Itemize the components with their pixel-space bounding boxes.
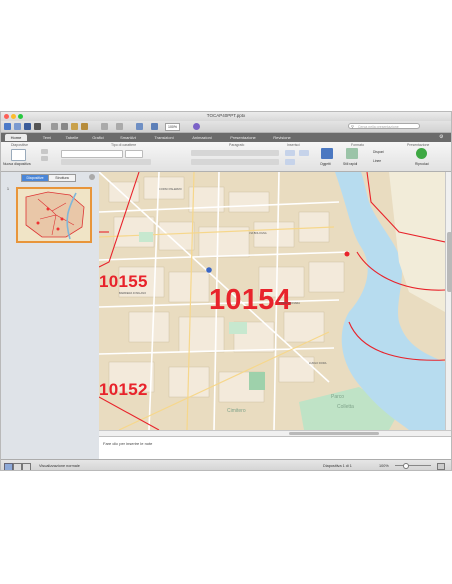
horizontal-scroll-thumb[interactable]: [289, 432, 379, 435]
zip-label-10155: 10155: [99, 272, 148, 291]
quick-styles-button[interactable]: [346, 148, 358, 159]
slide-canvas[interactable]: 10154 10155 10152 CORSO PALERMO VIA BOLO…: [99, 172, 445, 430]
title-bar: TOCAP40PPT.pptx: [1, 112, 451, 121]
group-slides-label: Diapositive: [11, 143, 29, 147]
street-label: CORSO NOVARA: [279, 302, 300, 305]
font-size-select[interactable]: [125, 150, 143, 158]
paragraph-align-buttons[interactable]: [191, 159, 279, 165]
group-slideshow-label: Presentazione: [407, 143, 430, 147]
layout-button[interactable]: [41, 149, 48, 154]
tab-animations[interactable]: Animazioni: [185, 134, 219, 141]
search-icon: ⚲: [351, 124, 354, 129]
ribbon: Diapositive Nuova diapositiva Tipo di ca…: [1, 142, 451, 172]
templates-icon[interactable]: [14, 123, 21, 130]
help-icon[interactable]: [193, 123, 200, 130]
vertical-scrollbar[interactable]: [445, 172, 451, 430]
objects-button[interactable]: [321, 148, 333, 159]
window-title: TOCAP40PPT.pptx: [206, 113, 246, 118]
font-family-select[interactable]: [61, 150, 123, 158]
tab-tables[interactable]: Tabelle: [61, 134, 83, 141]
copy-icon[interactable]: [61, 123, 68, 130]
tab-transitions[interactable]: Transizioni: [147, 134, 181, 141]
format-icon[interactable]: [81, 123, 88, 130]
slide-navigator: Diapositive Struttura 1: [1, 172, 100, 459]
play-button[interactable]: [416, 148, 427, 159]
media-icon[interactable]: [136, 123, 143, 130]
group-format-label: Formato: [351, 143, 365, 147]
undo-icon[interactable]: [101, 123, 108, 130]
street-label: LUNGO DORA: [309, 362, 327, 365]
table-icon[interactable]: [151, 123, 158, 130]
thumbnail-map-image: [18, 189, 90, 241]
slide-counter: Diapositiva 1 di 1: [323, 464, 352, 468]
paragraph-list-buttons[interactable]: [191, 150, 279, 156]
arrange-label[interactable]: Disponi: [373, 150, 384, 154]
park-label: Parco: [331, 394, 345, 400]
zip-label-10154: 10154: [209, 284, 292, 316]
print-icon[interactable]: [34, 123, 41, 130]
cut-icon[interactable]: [51, 123, 58, 130]
picture-button[interactable]: [299, 150, 309, 156]
font-style-buttons[interactable]: [61, 159, 151, 165]
zoom-slider[interactable]: [395, 465, 431, 466]
redo-icon[interactable]: [116, 123, 123, 130]
quick-styles-label: Stili rapidi: [343, 162, 358, 166]
app-window: TOCAP40PPT.pptx 100% ⚲ Cerca nella prese…: [0, 111, 452, 471]
gear-icon[interactable]: ⚙: [439, 134, 443, 140]
status-zoom: 100%: [379, 464, 389, 468]
ribbon-tab-bar: Home Temi Tabelle Grafici SmartArt Trans…: [1, 133, 451, 142]
paste-icon[interactable]: [71, 123, 78, 130]
toolbar: 100% ⚲ Cerca nella presentazione: [1, 121, 451, 133]
text-box-button[interactable]: [285, 150, 295, 156]
notes-pane[interactable]: Fare clic per inserire le note: [99, 436, 451, 460]
view-mode-label: Visualizzazione normale: [39, 464, 80, 468]
shape-button[interactable]: [285, 159, 295, 165]
status-bar: Visualizzazione normale Diapositiva 1 di…: [1, 459, 451, 470]
new-slide-button[interactable]: [11, 149, 26, 161]
new-slide-label: Nuova diapositiva: [3, 162, 31, 166]
save-icon[interactable]: [24, 123, 31, 130]
slide-sorter-button[interactable]: [13, 463, 22, 470]
group-font-label: Tipo di carattere: [111, 143, 137, 147]
shapes-label[interactable]: Linee: [373, 159, 381, 163]
slideshow-view-button[interactable]: [22, 463, 31, 470]
tab-smartart[interactable]: SmartArt: [114, 134, 142, 141]
group-insert-label: Inserisci: [287, 143, 300, 147]
reset-button[interactable]: [41, 156, 48, 161]
street-label: VIA BOLOGNA: [249, 232, 267, 235]
objects-label: Oggetti: [320, 162, 331, 166]
park-label: Colletta: [337, 404, 354, 410]
close-pane-icon[interactable]: [89, 174, 95, 180]
search-input[interactable]: ⚲ Cerca nella presentazione: [348, 123, 420, 129]
street-label: CORSO PALERMO: [159, 188, 182, 191]
group-paragraph-label: Paragrafo: [229, 143, 245, 147]
search-placeholder: Cerca nella presentazione: [358, 125, 399, 129]
tab-themes[interactable]: Temi: [37, 134, 57, 141]
vertical-scroll-thumb[interactable]: [447, 232, 451, 292]
tab-review[interactable]: Revisione: [267, 134, 297, 141]
fit-to-window-button[interactable]: [437, 463, 445, 470]
park-label: Cimitero: [227, 408, 246, 414]
slide-number: 1: [7, 187, 9, 191]
new-doc-icon[interactable]: [4, 123, 11, 130]
slide-thumbnail[interactable]: [16, 187, 92, 243]
zoom-slider-knob[interactable]: [403, 463, 409, 469]
tab-slideshow[interactable]: Presentazione: [223, 134, 263, 141]
normal-view-button[interactable]: [4, 463, 13, 470]
street-label: BARRIERA DI MILANO: [119, 292, 147, 295]
tab-outline-view[interactable]: Struttura: [48, 174, 76, 182]
tab-home[interactable]: Home: [5, 134, 27, 141]
tab-slides-view[interactable]: Diapositive: [21, 174, 49, 182]
zip-label-10152: 10152: [99, 380, 148, 399]
tab-charts[interactable]: Grafici: [87, 134, 109, 141]
notes-placeholder: Fare clic per inserire le note: [103, 441, 153, 446]
zoom-field[interactable]: 100%: [165, 123, 180, 131]
play-label: Riproduci: [415, 162, 429, 166]
